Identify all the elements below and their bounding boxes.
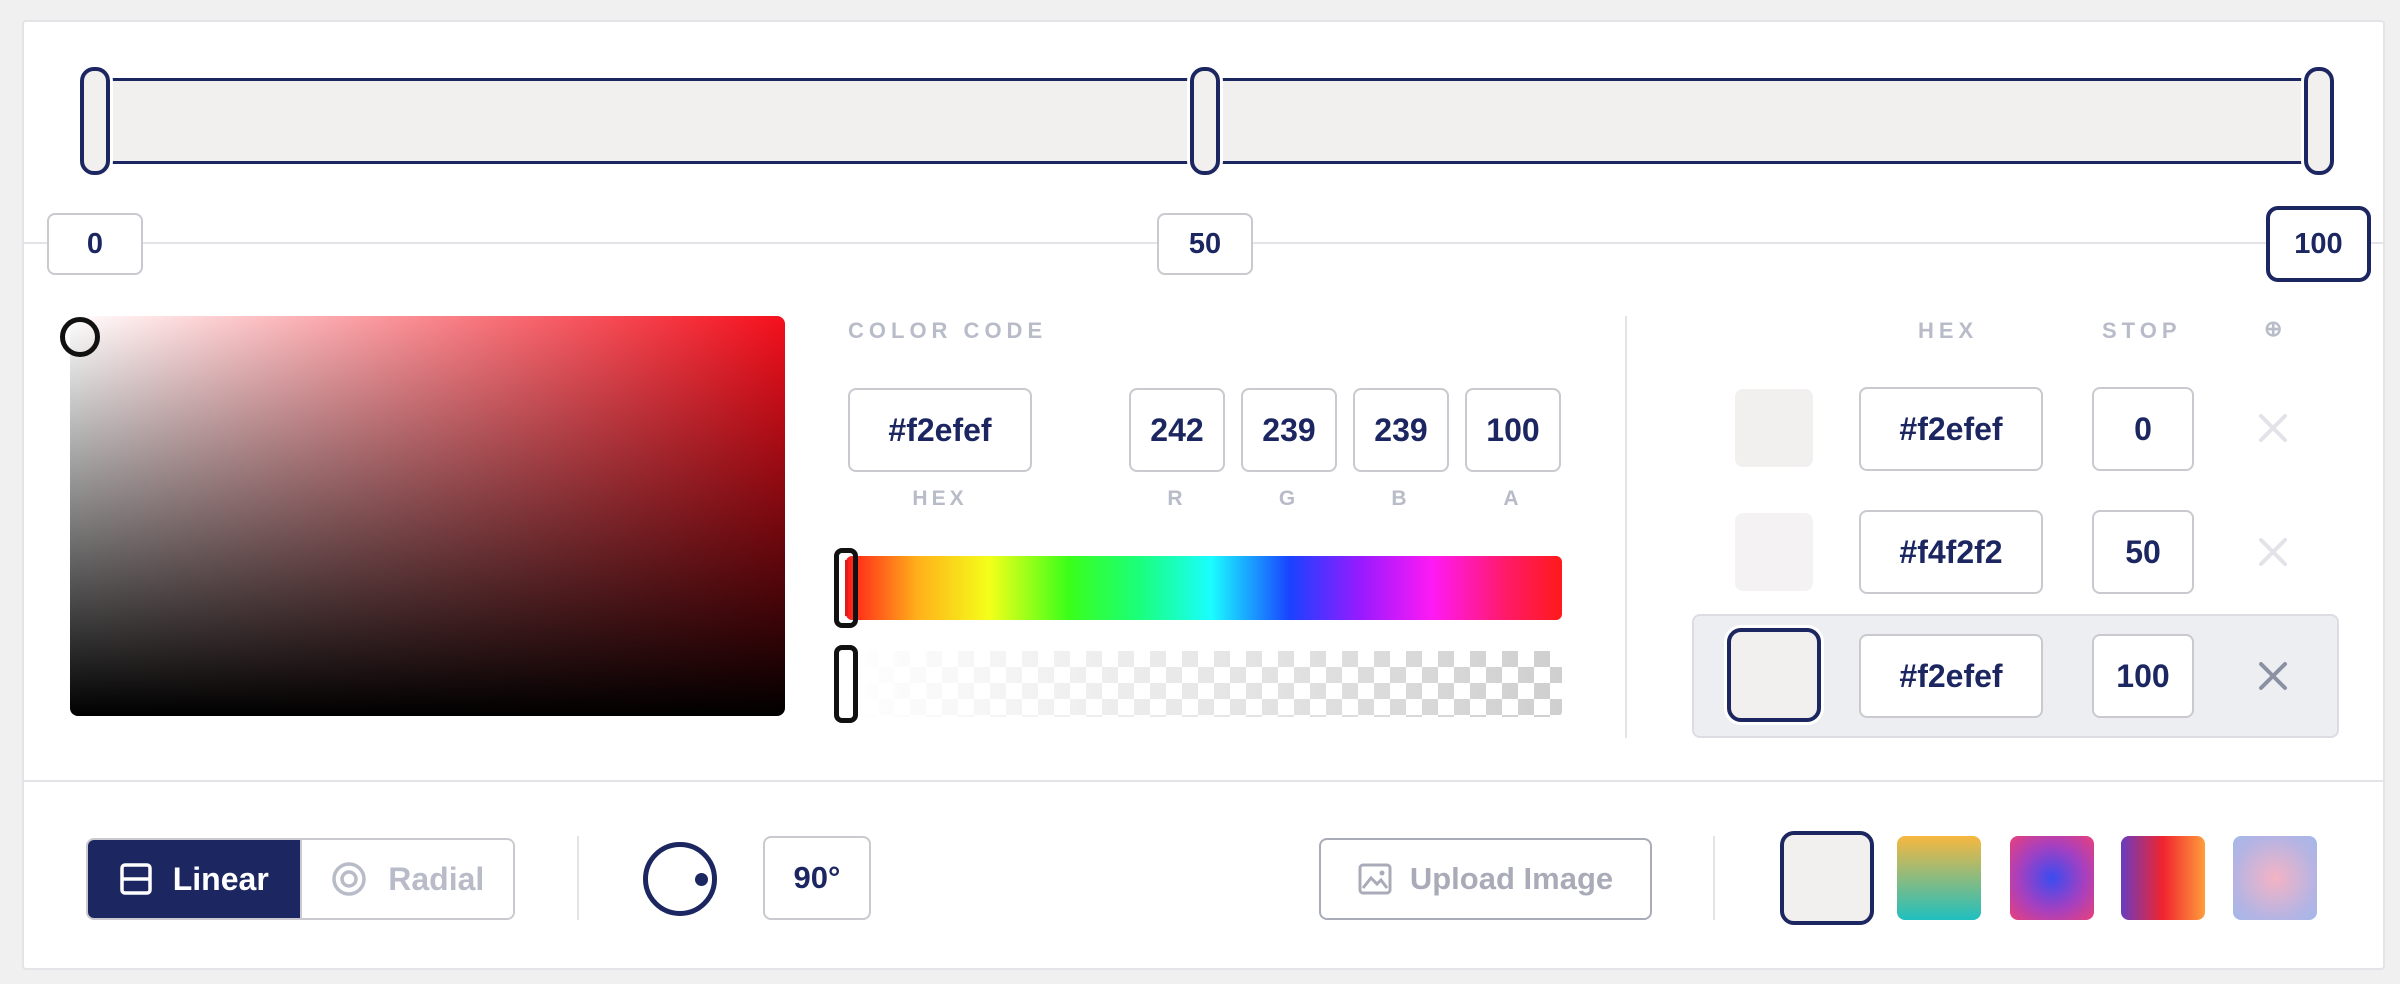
radial-icon [332,862,366,896]
stop-hex-input-100[interactable]: #f2efef [1859,634,2043,718]
alpha-slider[interactable] [846,651,1562,717]
footer-separator [1713,836,1715,920]
preset-yellow-teal[interactable] [1897,836,1981,920]
hex-input[interactable]: #f2efef [848,388,1032,472]
alpha-caption: A [1503,487,1523,510]
stops-hex-header: HEX [1918,318,1979,343]
green-input[interactable]: 239 [1241,388,1337,472]
alpha-slider-thumb[interactable] [834,645,858,723]
stop-swatch-100[interactable] [1727,628,1821,722]
preset-purple-red-orange[interactable] [2121,836,2205,920]
gradient-type-toggle: Linear Radial [86,838,515,920]
gradient-stop-handle-50[interactable] [1190,67,1220,175]
footer-separator [577,836,579,920]
green-caption: G [1278,487,1300,510]
linear-label: Linear [172,860,269,897]
blue-caption: B [1391,487,1411,510]
color-code-label: COLOR CODE [848,318,1048,343]
stop-hex-input-50[interactable]: #f4f2f2 [1859,510,2043,594]
angle-input[interactable]: 90° [763,836,871,920]
remove-stop-icon[interactable] [2253,532,2293,572]
radial-button[interactable]: Radial [299,840,513,918]
gradient-stop-handle-100[interactable] [2304,67,2334,175]
stop-hex-input-0[interactable]: #f2efef [1859,387,2043,471]
stop-position-input-50[interactable]: 50 [2092,510,2194,594]
saturation-cursor[interactable] [60,317,100,357]
red-input[interactable]: 242 [1129,388,1225,472]
linear-button[interactable]: Linear [88,840,300,918]
stop-position-label-100[interactable]: 100 [2266,206,2371,282]
remove-stop-icon[interactable] [2253,408,2293,448]
hex-caption: HEX [912,487,968,510]
stop-swatch-0[interactable] [1735,389,1813,467]
stop-position-input-0[interactable]: 0 [2092,387,2194,471]
upload-image-button[interactable]: Upload Image [1319,838,1652,920]
preset-pink-lavender-radial[interactable] [2233,836,2317,920]
stops-stop-header: STOP [2102,318,2182,343]
linear-icon [119,863,152,895]
stop-position-label-0[interactable]: 0 [47,213,143,275]
preset-blue-pink-radial[interactable] [2010,836,2094,920]
red-caption: R [1167,487,1187,510]
angle-dial-indicator [695,873,708,886]
hue-thumb-marker [845,560,848,616]
alpha-input[interactable]: 100 [1465,388,1561,472]
hue-slider[interactable] [846,556,1562,620]
section-divider [1625,316,1627,738]
remove-stop-icon[interactable] [2253,656,2293,696]
stop-position-label-50[interactable]: 50 [1157,213,1253,275]
saturation-value-area[interactable] [70,316,785,716]
upload-image-label: Upload Image [1409,861,1614,896]
add-stop-icon[interactable]: ⊕ [2264,316,2282,342]
preset-light-gray[interactable] [1780,831,1874,925]
gradient-stop-handle-0[interactable] [80,67,110,175]
footer-divider [22,780,2385,782]
image-icon [1358,863,1392,895]
stop-swatch-50[interactable] [1735,513,1813,591]
blue-input[interactable]: 239 [1353,388,1449,472]
radial-label: Radial [388,860,485,897]
stop-position-input-100[interactable]: 100 [2092,634,2194,718]
